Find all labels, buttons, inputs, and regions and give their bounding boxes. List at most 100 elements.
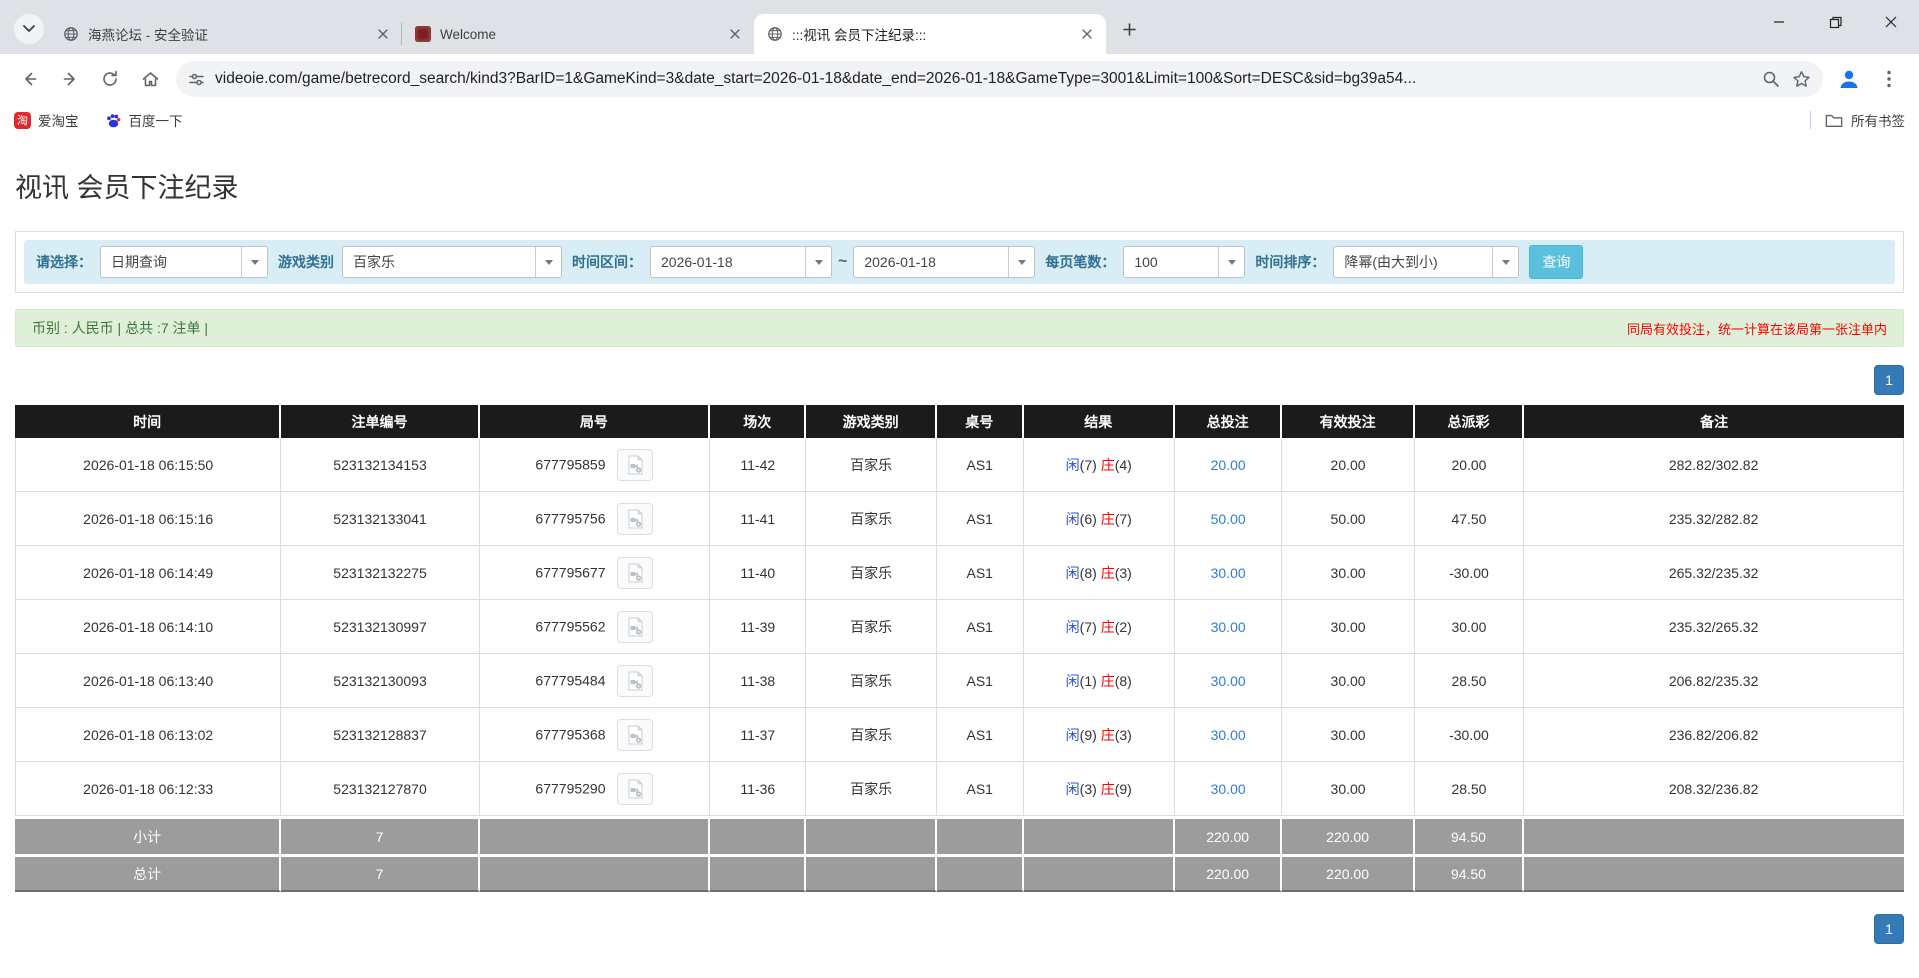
cell-payout: 20.00 [1415,438,1525,492]
total-bet-link[interactable]: 50.00 [1211,511,1246,527]
cell-payout: 28.50 [1415,654,1525,708]
cell-game-type: 百家乐 [806,546,936,600]
cell-total-bet: 30.00 [1175,708,1283,762]
tab-close-icon[interactable] [374,25,392,43]
cell-note: 265.32/235.32 [1524,546,1904,600]
per-page-select[interactable]: 100 [1123,246,1245,278]
cell-bet-id: 523132127870 [281,762,479,816]
cell-table-no: AS1 [937,600,1024,654]
total-bet-link[interactable]: 30.00 [1211,727,1246,743]
video-file-icon [625,617,645,637]
site-settings-icon[interactable] [188,71,205,88]
table-row: 2026-01-18 06:15:16523132133041677795756… [15,492,1904,546]
minimize-icon [1773,16,1785,28]
query-type-select[interactable]: 日期查询 [100,246,268,278]
total-bet-link[interactable]: 30.00 [1211,781,1246,797]
cell-time: 2026-01-18 06:15:50 [15,438,281,492]
cell-empty [937,854,1024,892]
browser-menu-button[interactable] [1872,62,1906,96]
chevron-down-icon [1492,247,1518,277]
cell-time: 2026-01-18 06:14:49 [15,546,281,600]
home-button[interactable] [133,62,167,96]
video-replay-button[interactable] [617,557,653,589]
url-text[interactable]: videoie.com/game/betrecord_search/kind3?… [215,70,1750,88]
address-bar[interactable]: videoie.com/game/betrecord_search/kind3?… [176,61,1823,97]
bookmark-taobao[interactable]: 淘 爱淘宝 [14,110,79,130]
forward-button[interactable] [53,62,87,96]
window-minimize-button[interactable] [1751,0,1807,44]
cell-table-no: AS1 [937,708,1024,762]
reload-button[interactable] [93,62,127,96]
total-bet-link[interactable]: 30.00 [1211,673,1246,689]
game-type-select[interactable]: 百家乐 [342,246,562,278]
grand-total-row: 总计7220.00220.0094.50 [15,854,1904,892]
all-bookmarks-button[interactable]: 所有书签 [1825,110,1905,130]
total-bet-link[interactable]: 30.00 [1211,565,1246,581]
table-row: 2026-01-18 06:13:02523132128837677795368… [15,708,1904,762]
tab-welcome[interactable]: Welcome [402,14,754,54]
game-type-value: 百家乐 [343,247,535,277]
round-number: 677795290 [535,781,605,797]
tab-search-button[interactable] [14,14,44,44]
search-button[interactable]: 查询 [1529,245,1583,279]
cell-bet-id: 523132133041 [281,492,479,546]
video-file-icon [625,509,645,529]
table-row: 2026-01-18 06:12:33523132127870677795290… [15,762,1904,816]
tab-forum[interactable]: 海燕论坛 - 安全验证 [50,14,402,54]
date-end-select[interactable]: 2026-01-18 [853,246,1035,278]
result-text: 闲(7) 庄(2) [1066,619,1132,635]
bookmark-baidu[interactable]: 百度一下 [105,110,183,130]
cell-total-bet: 30.00 [1175,762,1283,816]
cell-bet-id: 523132130997 [281,600,479,654]
video-replay-button[interactable] [617,503,653,535]
tab-bet-records[interactable]: :::视讯 会员下注纪录::: [754,14,1106,54]
result-text: 闲(6) 庄(7) [1066,511,1132,527]
tab-close-icon[interactable] [726,25,744,43]
cell-valid-bet: 30.00 [1282,708,1414,762]
video-replay-button[interactable] [617,719,653,751]
date-range-label: 时间区间： [572,252,642,272]
cell-empty [480,854,710,892]
cell-total-count: 7 [281,816,479,854]
cell-total-bet: 220.00 [1175,854,1283,892]
page-1-button[interactable]: 1 [1874,914,1904,944]
sort-select[interactable]: 降幂(由大到小) [1333,246,1519,278]
site-red-icon [414,26,431,43]
cell-bet-id: 523132132275 [281,546,479,600]
video-file-icon [625,725,645,745]
tab-title: Welcome [440,27,718,42]
forward-arrow-icon [61,70,79,88]
column-header: 注单编号 [281,405,479,438]
back-button[interactable] [13,62,47,96]
window-close-button[interactable] [1863,0,1919,44]
taobao-icon: 淘 [14,112,31,129]
profile-avatar[interactable] [1832,62,1866,96]
window-restore-button[interactable] [1807,0,1863,44]
all-bookmarks-label: 所有书签 [1851,110,1905,130]
total-bet-link[interactable]: 30.00 [1211,619,1246,635]
cell-bet-id: 523132128837 [281,708,479,762]
zoom-icon[interactable] [1762,70,1780,88]
new-tab-button[interactable] [1114,14,1144,44]
cell-total-bet: 20.00 [1175,438,1283,492]
video-replay-button[interactable] [617,773,653,805]
total-bet-link[interactable]: 20.00 [1211,457,1246,473]
cell-note: 235.32/282.82 [1524,492,1904,546]
date-start-select[interactable]: 2026-01-18 [650,246,832,278]
tab-close-icon[interactable] [1078,25,1096,43]
page-1-button[interactable]: 1 [1874,365,1904,395]
cell-round: 677795677 [480,546,710,600]
cell-round: 677795368 [480,708,710,762]
video-replay-button[interactable] [617,665,653,697]
page-content: 视讯 会员下注纪录 请选择： 日期查询 游戏类别 百家乐 时间区间： 2026-… [0,136,1919,944]
video-replay-button[interactable] [617,449,653,481]
bookmark-star-icon[interactable] [1792,70,1811,89]
cell-time: 2026-01-18 06:13:40 [15,654,281,708]
video-replay-button[interactable] [617,611,653,643]
sort-value: 降幂(由大到小) [1334,247,1492,277]
cell-empty [480,816,710,854]
game-type-label: 游戏类别 [278,252,334,272]
bet-records-table: 时间注单编号局号场次游戏类别桌号结果总投注有效投注总派彩备注 2026-01-1… [15,405,1904,892]
video-file-icon [625,779,645,799]
cell-total-bet: 30.00 [1175,546,1283,600]
